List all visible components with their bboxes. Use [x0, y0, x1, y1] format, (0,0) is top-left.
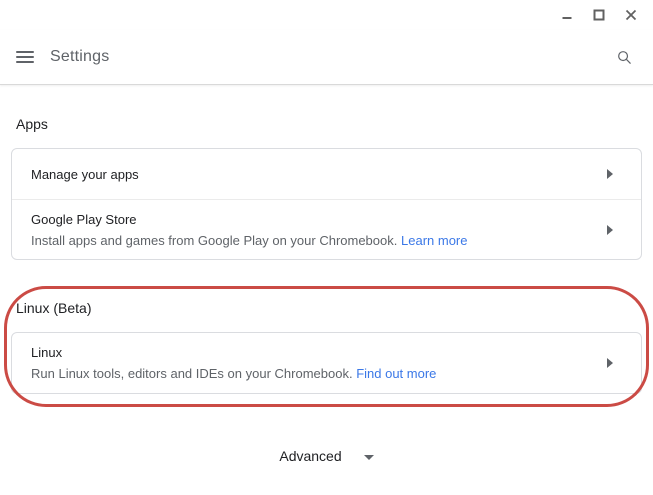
row-subtitle: Run Linux tools, editors and IDEs on you… — [31, 366, 437, 381]
row-linux[interactable]: Linux Run Linux tools, editors and IDEs … — [12, 333, 641, 393]
learn-more-link[interactable]: Learn more — [401, 233, 467, 248]
window-titlebar — [0, 0, 653, 30]
minimize-icon — [562, 17, 572, 19]
row-google-play-store[interactable]: Google Play Store Install apps and games… — [12, 199, 641, 259]
advanced-label: Advanced — [279, 448, 342, 464]
arrow-right-icon — [607, 358, 613, 368]
apps-card: Manage your apps Google Play Store Insta… — [11, 148, 642, 260]
caret-down-icon — [363, 454, 374, 460]
page-title: Settings — [50, 48, 110, 65]
row-subtitle: Install apps and games from Google Play … — [31, 232, 468, 248]
row-title: Manage your apps — [31, 166, 139, 182]
find-out-more-link[interactable]: Find out more — [356, 366, 436, 381]
arrow-right-icon — [607, 224, 613, 235]
close-icon — [625, 9, 637, 21]
search-button[interactable] — [613, 46, 635, 68]
section-linux-beta: Linux (Beta) Linux Run Linux tools, edit… — [0, 300, 653, 394]
minimize-button[interactable] — [551, 2, 583, 28]
menu-button[interactable] — [16, 51, 34, 63]
maximize-icon — [593, 9, 605, 21]
row-title: Linux — [31, 345, 63, 360]
section-heading-linux-beta: Linux (Beta) — [16, 300, 92, 316]
arrow-right-icon — [607, 169, 613, 179]
settings-header: Settings — [0, 30, 653, 85]
advanced-toggle[interactable]: Advanced — [0, 448, 653, 464]
settings-content: Apps Manage your apps Google Play Store … — [0, 85, 653, 394]
maximize-button[interactable] — [583, 2, 615, 28]
row-manage-your-apps[interactable]: Manage your apps — [12, 149, 641, 199]
section-apps: Apps Manage your apps Google Play Store … — [0, 116, 653, 260]
hamburger-icon — [16, 51, 34, 53]
search-icon — [617, 50, 631, 64]
linux-card: Linux Run Linux tools, editors and IDEs … — [11, 332, 642, 394]
section-heading-apps: Apps — [16, 116, 48, 132]
row-title: Google Play Store — [31, 211, 137, 227]
close-button[interactable] — [615, 2, 647, 28]
